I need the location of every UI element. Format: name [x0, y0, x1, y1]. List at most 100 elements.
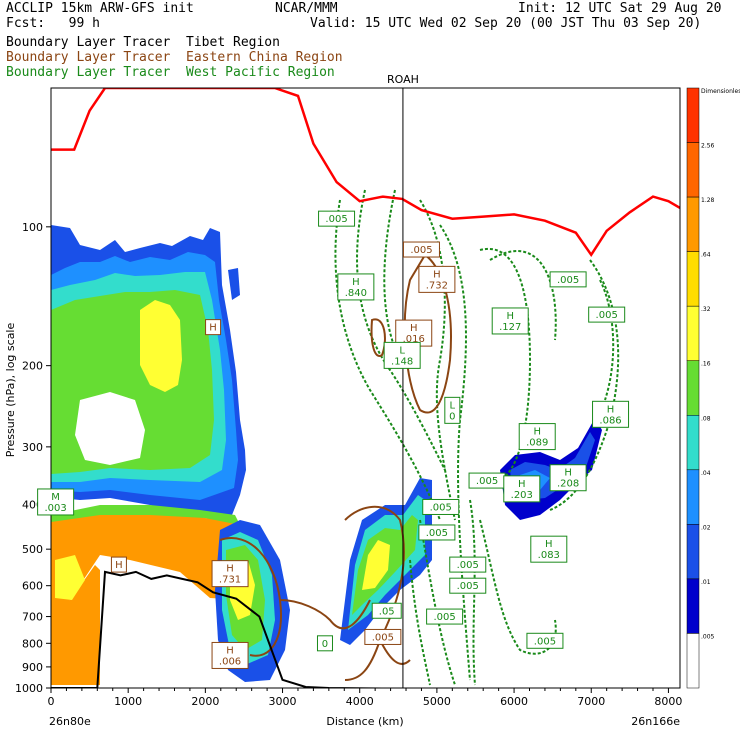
contour-label: H.840 [337, 273, 375, 301]
contour-label-text: L [450, 400, 456, 411]
colorbar-segment [686, 251, 700, 307]
contour-label-text: H [564, 468, 572, 479]
contour-label-text: H [209, 323, 217, 334]
contour-label: L.148 [383, 341, 421, 369]
contour-label-text: .006 [219, 656, 241, 667]
contour-label-text: 0 [449, 411, 455, 422]
colorbar-segment [686, 469, 700, 525]
colorbar-segment [686, 360, 700, 416]
contour-label: .005 [449, 577, 487, 594]
contour-label-text: .732 [426, 280, 448, 291]
colorbar-segment [686, 142, 700, 198]
contour-label-text: M [51, 492, 60, 503]
china-contour [370, 318, 386, 357]
contour-label-text: .089 [526, 438, 548, 449]
contour-label: .005 [318, 210, 356, 227]
colorbar-segment [686, 633, 700, 689]
x-tick-label: 5000 [423, 695, 451, 708]
colorbar-label: .04 [701, 470, 711, 477]
colorbar-label: .08 [701, 415, 711, 422]
colorbar-segment [686, 524, 700, 580]
colorbar-segment [686, 578, 700, 634]
contour-label: H.089 [518, 423, 556, 451]
colorbar-label: .64 [701, 252, 711, 259]
contour-label: .005 [402, 241, 440, 258]
contour-label-text: .003 [44, 503, 66, 514]
contour-label-text: H [115, 560, 123, 571]
y-tick-label: 600 [22, 580, 43, 593]
contour-label: H [110, 556, 127, 573]
contour-label: .005 [422, 498, 460, 515]
contour-label-text: .005 [426, 528, 448, 539]
contour-label: .005 [549, 271, 587, 288]
colorbar-label: .16 [701, 361, 711, 368]
contour-label: .05 [371, 602, 402, 619]
contour-label-text: .005 [457, 581, 479, 592]
tropopause-line [51, 88, 680, 258]
contour-label-text: .005 [325, 214, 347, 225]
x-tick-label: 1000 [114, 695, 142, 708]
contour-label-text: .005 [457, 560, 479, 571]
contour-label-text: .005 [596, 310, 618, 321]
x-tick-label: 7000 [577, 695, 605, 708]
contour-label: H.208 [549, 464, 587, 492]
contour-label: .005 [364, 628, 402, 645]
left-endpoint-label: 26n80e [49, 715, 91, 728]
contour-label-text: .005 [476, 476, 498, 487]
contour-label: .005 [526, 632, 564, 649]
contour-label-text: H [506, 311, 514, 322]
y-tick-label: 200 [22, 360, 43, 373]
contour-label-text: .083 [538, 550, 560, 561]
y-tick-label: 900 [22, 661, 43, 674]
y-tick-label: 1000 [15, 682, 43, 695]
colorbar-label: .005 [701, 633, 715, 640]
contour-label-text: H [607, 404, 615, 415]
contour-label-text: .840 [345, 288, 367, 299]
y-axis-label: Pressure (hPa), log scale [4, 323, 17, 458]
tibet-plume-gap [75, 392, 145, 465]
contour-label: .005 [418, 524, 456, 541]
contour-label-text: H [533, 427, 541, 438]
contour-label-text: .005 [534, 636, 556, 647]
contour-label: H.731 [211, 560, 249, 588]
contour-label-text: H [226, 645, 234, 656]
x-tick-label: 6000 [500, 695, 528, 708]
contour-label-text: .005 [433, 612, 455, 623]
colorbar-segment [686, 305, 700, 361]
y-axis: 1002003004005006007008009001000 [15, 221, 51, 695]
roah-marker-label: ROAH [387, 73, 419, 86]
colorbar-label: .32 [701, 306, 711, 313]
contour-label-text: H [545, 539, 553, 550]
contour-label-text: .208 [557, 479, 579, 490]
contour-label: H.086 [592, 400, 630, 428]
contour-label: H.203 [503, 475, 541, 503]
colorbar-label: .02 [701, 524, 711, 531]
contour-label-text: .005 [410, 245, 432, 256]
x-tick-label: 2000 [191, 695, 219, 708]
colorbar-label: 1.28 [701, 197, 715, 204]
colorbar-segment [686, 415, 700, 471]
contour-label-text: H [433, 269, 441, 280]
contour-label-text: .05 [379, 606, 395, 617]
contour-label-text: .148 [391, 356, 413, 367]
y-tick-label: 300 [22, 441, 43, 454]
contour-label: 0 [316, 635, 333, 652]
x-axis: 0 1000 2000 3000 4000 5000 6000 7000 8000 [48, 688, 682, 708]
x-tick-label: 3000 [269, 695, 297, 708]
colorbar: Dimensionless 2.56 1.28 .64 .32 .16 .08 .04 .02.… [686, 87, 740, 689]
y-tick-label: 100 [22, 221, 43, 234]
cross-section-chart: ROAH 0 1000 2000 3000 4000 5000 6000 7000 8000 1… [4, 73, 740, 728]
contour-label: H.083 [530, 535, 568, 563]
contour-label-text: H [226, 564, 234, 575]
contour-label-text: .086 [599, 415, 621, 426]
colorbar-segment [686, 196, 700, 252]
x-tick-label: 8000 [654, 695, 682, 708]
contour-label-text: .005 [372, 632, 394, 643]
colorbar-label: .01 [701, 579, 711, 586]
x-tick-label: 0 [48, 695, 55, 708]
colorbar-label: Dimensionless [701, 88, 740, 95]
right-endpoint-label: 26n166e [631, 715, 680, 728]
contour-label-text: H [410, 323, 418, 334]
contour-label: .005 [468, 472, 506, 489]
y-tick-label: 800 [22, 637, 43, 650]
